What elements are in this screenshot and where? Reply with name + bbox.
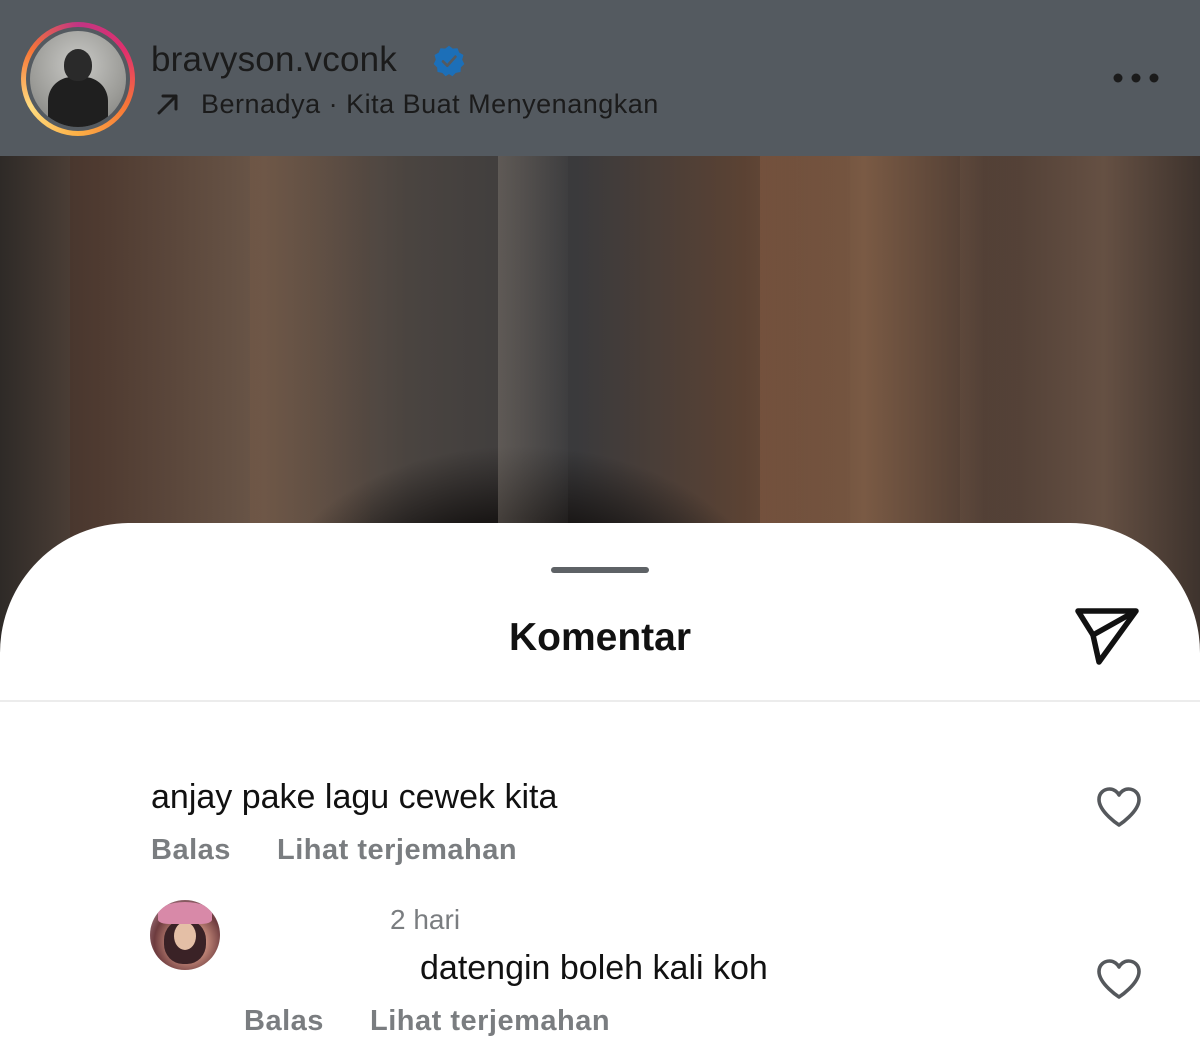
see-translation-button[interactable]: Lihat terjemahan (370, 1005, 610, 1038)
arrow-up-right-icon (157, 94, 178, 115)
send-icon[interactable] (1072, 603, 1142, 669)
comment-timestamp: 2 hari (390, 904, 461, 935)
heart-icon[interactable] (1095, 785, 1143, 829)
comments-sheet: Komentar anjay pake lagu cewek kita Bala… (0, 523, 1200, 1057)
post-audio-link[interactable]: Bernadya · Kita Buat Menyenangkan (201, 89, 659, 120)
more-horizontal-icon[interactable] (1112, 64, 1160, 92)
reply-button[interactable]: Balas (151, 834, 231, 867)
reply-button[interactable]: Balas (244, 1005, 324, 1038)
comment-text: anjay pake lagu cewek kita (151, 778, 558, 816)
see-translation-button[interactable]: Lihat terjemahan (277, 834, 517, 867)
post-header: bravyson.vconk Bernadya · Kita Buat Meny… (0, 0, 1200, 156)
avatar[interactable] (150, 900, 220, 970)
post-username[interactable]: bravyson.vconk (151, 40, 397, 80)
comment-text: datengin boleh kali koh (420, 949, 768, 987)
story-avatar[interactable] (21, 22, 135, 136)
sheet-drag-handle[interactable] (551, 567, 649, 573)
sheet-title: Komentar (508, 616, 692, 659)
verified-badge-icon (433, 45, 465, 77)
heart-icon[interactable] (1095, 957, 1143, 1001)
sheet-divider (0, 700, 1200, 702)
profile-picture (30, 31, 126, 127)
